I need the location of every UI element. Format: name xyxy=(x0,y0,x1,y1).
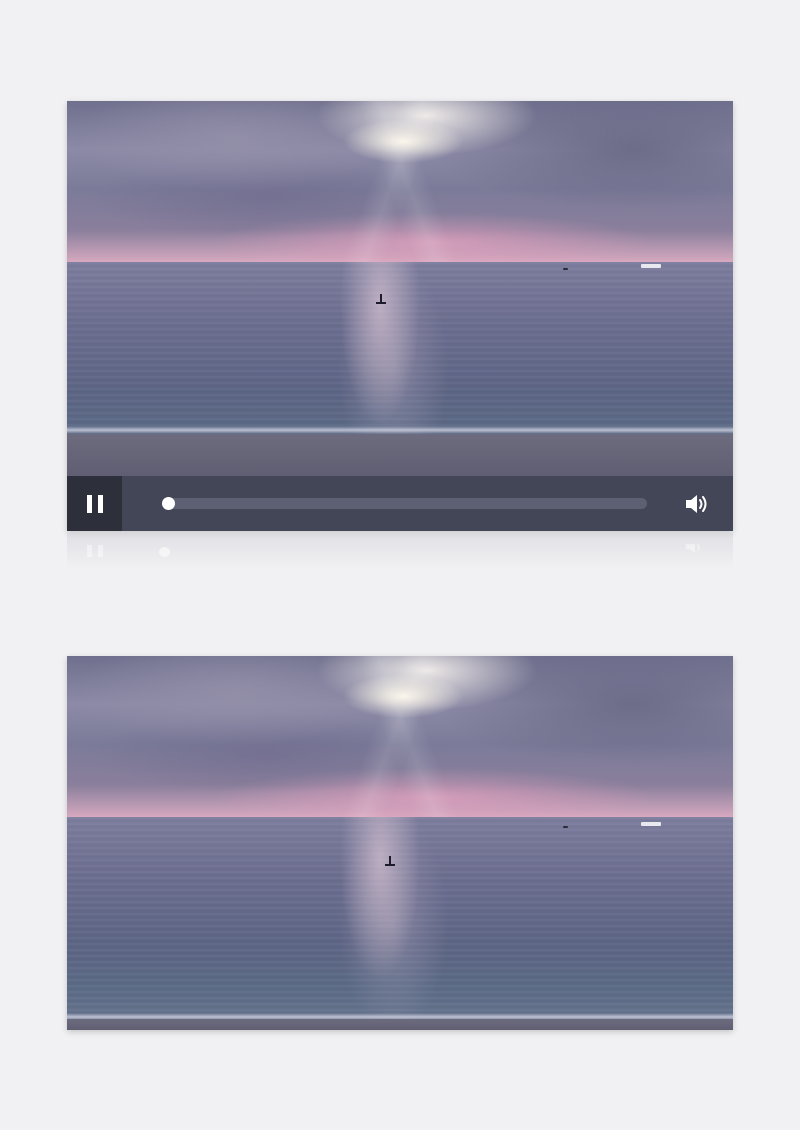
seascape-image xyxy=(67,101,733,476)
buoy xyxy=(563,268,568,270)
ocean xyxy=(67,816,733,1030)
volume-icon xyxy=(686,495,707,513)
volume-button[interactable] xyxy=(683,490,711,518)
pause-icon xyxy=(86,494,103,513)
surf-line xyxy=(67,426,733,434)
seascape-image xyxy=(67,656,733,1030)
boat xyxy=(641,264,661,268)
progress-bar[interactable] xyxy=(162,497,647,510)
sun-rays xyxy=(67,101,733,263)
video-frame[interactable] xyxy=(67,101,733,476)
paddleboarder-silhouette xyxy=(376,294,386,304)
player-reflection xyxy=(67,533,733,569)
boat xyxy=(641,822,661,826)
sun-rays xyxy=(67,656,733,817)
paddleboarder-silhouette xyxy=(385,856,395,866)
pause-icon-reflection xyxy=(87,545,103,557)
buoy xyxy=(563,826,568,828)
video-player[interactable] xyxy=(67,101,733,531)
volume-icon-reflection xyxy=(685,544,700,553)
preview-video-frame xyxy=(67,656,733,1030)
progress-knob-reflection xyxy=(159,547,170,557)
beach-sand xyxy=(67,1019,733,1030)
video-controls-bar xyxy=(67,476,733,531)
beach-sand xyxy=(67,434,733,476)
progress-knob[interactable] xyxy=(162,497,175,510)
pause-button[interactable] xyxy=(67,476,122,531)
